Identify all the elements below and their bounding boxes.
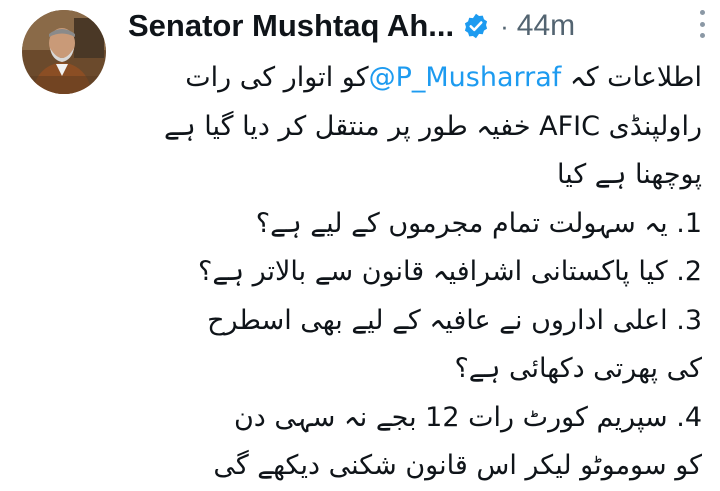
separator-dot: · — [500, 10, 509, 41]
verified-badge-icon — [462, 12, 490, 40]
tweet-line: اطلاعات کہ @P_Musharrafکو اتوار کی رات — [112, 54, 702, 103]
tweet-line: 1. یہ سہولت تمام مجرموں کے لیے ہے؟ — [255, 207, 702, 239]
tweet-text: اطلاعات کہ @P_Musharrafکو اتوار کی رات ر… — [112, 54, 702, 491]
tweet-timestamp[interactable]: 44m — [517, 9, 575, 43]
author-name[interactable]: Senator Mushtaq Ah... — [128, 8, 454, 44]
tweet-header: Senator Mushtaq Ah... · 44m — [128, 4, 720, 48]
tweet-line: کی پھرتی دکھائی ہے؟ — [454, 353, 702, 384]
tweet-line: کو سوموٹو لیکر اس قانون شکنی دیکھے گی — [213, 450, 702, 481]
tweet-line: 2. کیا پاکستانی اشرافیہ قانون سے بالاتر … — [198, 256, 702, 287]
tweet-line: راولپنڈی AFIC خفیہ طور پر منتقل کر دیا گ… — [164, 110, 702, 142]
tweet-line: 3. اعلی اداروں نے عافیہ کے لیے بھی اسطرح — [207, 304, 702, 336]
tweet-line: پوچھنا ہے کیا — [556, 159, 702, 190]
mention-link[interactable]: @P_Musharraf — [369, 62, 562, 93]
tweet-line-text: کو اتوار کی رات — [185, 62, 369, 93]
tweet-line: 4. سپریم کورٹ رات 12 بجے نہ سہی دن — [233, 401, 702, 433]
more-options-icon[interactable] — [696, 10, 708, 38]
author-avatar[interactable] — [22, 10, 106, 94]
tweet-line-text: اطلاعات کہ — [569, 62, 702, 93]
